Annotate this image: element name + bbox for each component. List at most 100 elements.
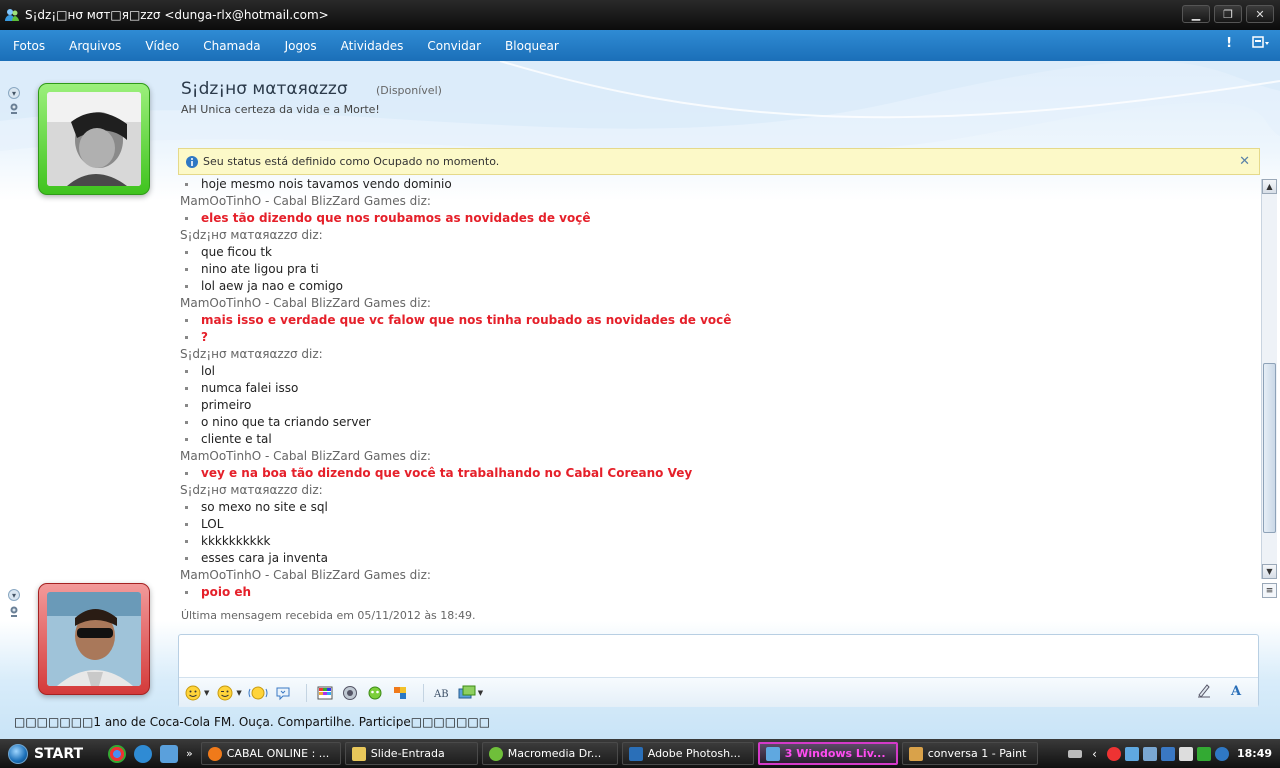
windows-live-icon xyxy=(765,746,780,761)
message-bullet xyxy=(185,285,188,288)
wink-dropdown-icon[interactable]: ▼ xyxy=(236,689,241,697)
task-cabal-online[interactable]: CABAL ONLINE : ... xyxy=(200,742,341,765)
scroll-thumb[interactable] xyxy=(1263,363,1276,533)
chat-message: poio eh xyxy=(180,584,1258,601)
chat-message: nino ate ligou pra ti xyxy=(180,261,1258,278)
font-format-icon[interactable]: AB xyxy=(432,684,452,702)
self-webcam-icon[interactable] xyxy=(9,606,19,618)
menu-video[interactable]: Vídeo xyxy=(145,39,179,53)
activity-icon[interactable] xyxy=(390,684,410,702)
taskbar: START » CABAL ONLINE : ... Slide-Entrada… xyxy=(0,739,1280,768)
options-menu-icon[interactable] xyxy=(1252,36,1270,54)
message-text: primeiro xyxy=(201,398,252,412)
chat-message: vey e na boa tão dizendo que você ta tra… xyxy=(180,465,1258,482)
tray-stop-icon[interactable] xyxy=(1106,746,1121,761)
menu-chamada[interactable]: Chamada xyxy=(203,39,260,53)
folder-icon xyxy=(351,746,366,761)
window-title: S¡dz¡□нσ мσт□я□zzσ <dunga-rlx@hotmail.co… xyxy=(25,8,329,22)
message-text: lol aew ja nao e comigo xyxy=(201,279,343,293)
dreamweaver-icon xyxy=(488,746,503,761)
chat-sender-line: MamOoTinhO - Cabal BlizZard Games diz: xyxy=(180,449,431,463)
tray-expand-icon[interactable]: ‹ xyxy=(1092,747,1097,761)
message-text: vey e na boa tão dizendo que você ta tra… xyxy=(201,466,693,480)
nudge-icon[interactable] xyxy=(248,684,268,702)
message-text: ? xyxy=(201,330,208,344)
task-windows-live[interactable]: 3 Windows Liv... xyxy=(757,742,898,765)
quicklaunch-more-button[interactable]: » xyxy=(186,747,193,760)
ad-ticker[interactable]: □□□□□□□1 ano de Coca-Cola FM. Ouça. Comp… xyxy=(14,715,490,729)
wink-icon[interactable] xyxy=(215,684,235,702)
chat-message: o nino que ta criando server xyxy=(180,414,1258,431)
task-photoshop[interactable]: Adobe Photosh... xyxy=(621,742,754,765)
tray-volume-icon[interactable] xyxy=(1178,746,1193,761)
internet-explorer-icon[interactable] xyxy=(134,744,152,763)
handwriting-icon[interactable] xyxy=(1194,681,1214,699)
share-dropdown-icon[interactable]: ▼ xyxy=(478,689,483,697)
contact-status: (Disponível) xyxy=(376,84,442,97)
message-bullet xyxy=(185,319,188,322)
collapse-self-toggle[interactable]: ▾ xyxy=(8,589,20,601)
sound-icon[interactable] xyxy=(340,684,360,702)
menu-bar: Fotos Arquivos Vídeo Chamada Jogos Ativi… xyxy=(0,30,1280,61)
tray-app-icon[interactable] xyxy=(1160,746,1175,761)
share-photo-icon[interactable] xyxy=(457,684,477,702)
chat-message: kkkkkkkkkk xyxy=(180,533,1258,550)
minimize-button[interactable]: ▁ xyxy=(1182,5,1210,23)
menu-fotos[interactable]: Fotos xyxy=(13,39,45,53)
system-clock[interactable]: 18:49 xyxy=(1237,747,1272,760)
tray-info-icon[interactable] xyxy=(1214,746,1229,761)
scroll-down-button[interactable]: ▼ xyxy=(1262,564,1277,579)
messenger-quicklaunch-icon[interactable] xyxy=(160,744,178,763)
scroll-up-button[interactable]: ▲ xyxy=(1262,179,1277,194)
info-bar-close-button[interactable]: ✕ xyxy=(1239,154,1250,169)
chat-message: que ficou tk xyxy=(180,244,1258,261)
chat-sender-line: S¡dz¡нσ мαтαяαzzσ diz: xyxy=(180,483,323,497)
tray-network-icon[interactable] xyxy=(1142,746,1157,761)
voice-clip-icon[interactable] xyxy=(273,684,293,702)
collapse-contact-toggle[interactable]: ▾ xyxy=(8,87,20,99)
chat-message: so mexo no site e sql xyxy=(180,499,1258,516)
user-avatar[interactable] xyxy=(38,583,150,695)
menu-convidar[interactable]: Convidar xyxy=(427,39,481,53)
message-text: lol xyxy=(201,364,216,378)
close-button[interactable]: ✕ xyxy=(1246,5,1274,23)
user-photo xyxy=(47,592,141,686)
messenger-icon xyxy=(5,9,19,21)
background-icon[interactable] xyxy=(315,684,335,702)
start-button[interactable]: START xyxy=(8,741,104,766)
menu-atividades[interactable]: Atividades xyxy=(341,39,404,53)
chat-sender-line: MamOoTinhO - Cabal BlizZard Games diz: xyxy=(180,296,431,310)
maximize-button[interactable]: ❐ xyxy=(1214,5,1242,23)
emoticon-dropdown-icon[interactable]: ▼ xyxy=(204,689,209,697)
menu-jogos[interactable]: Jogos xyxy=(285,39,317,53)
emoticon-icon[interactable] xyxy=(183,684,203,702)
message-bullet xyxy=(185,183,188,186)
expand-history-button[interactable]: ≡ xyxy=(1262,583,1277,598)
message-bullet xyxy=(185,540,188,543)
chat-scrollbar[interactable]: ▲ ▼ xyxy=(1261,179,1277,579)
chat-sender-line: S¡dz¡нσ мαтαяαzzσ diz: xyxy=(180,228,323,242)
task-paint[interactable]: conversa 1 - Paint xyxy=(901,742,1038,765)
task-slide-entrada[interactable]: Slide-Entrada xyxy=(344,742,478,765)
message-input-area[interactable]: ▼ ▼ AB ▼ A xyxy=(178,634,1259,707)
status-info-text: Seu status está definido como Ocupado no… xyxy=(203,155,500,168)
menu-arquivos[interactable]: Arquivos xyxy=(69,39,121,53)
contact-personal-message: AH Unica certeza da vida e a Morte! xyxy=(181,103,380,116)
tray-shield-icon[interactable] xyxy=(1196,746,1211,761)
chat-message: ? xyxy=(180,329,1258,346)
chrome-icon[interactable] xyxy=(108,744,126,763)
game-icon[interactable] xyxy=(365,684,385,702)
message-text: que ficou tk xyxy=(201,245,272,259)
task-macromedia[interactable]: Macromedia Dr... xyxy=(481,742,618,765)
menu-bloquear[interactable]: Bloquear xyxy=(505,39,559,53)
tray-messenger-icon[interactable] xyxy=(1124,746,1139,761)
layout-icon xyxy=(1252,36,1269,48)
message-text: numca falei isso xyxy=(201,381,299,395)
webcam-icon[interactable] xyxy=(9,103,19,115)
message-text: cliente e tal xyxy=(201,432,272,446)
message-text: nino ate ligou pra ti xyxy=(201,262,319,276)
alert-icon[interactable]: ! xyxy=(1226,36,1232,54)
contact-avatar[interactable] xyxy=(38,83,150,195)
text-mode-icon[interactable]: A xyxy=(1227,681,1247,699)
keyboard-icon[interactable] xyxy=(1068,749,1083,758)
